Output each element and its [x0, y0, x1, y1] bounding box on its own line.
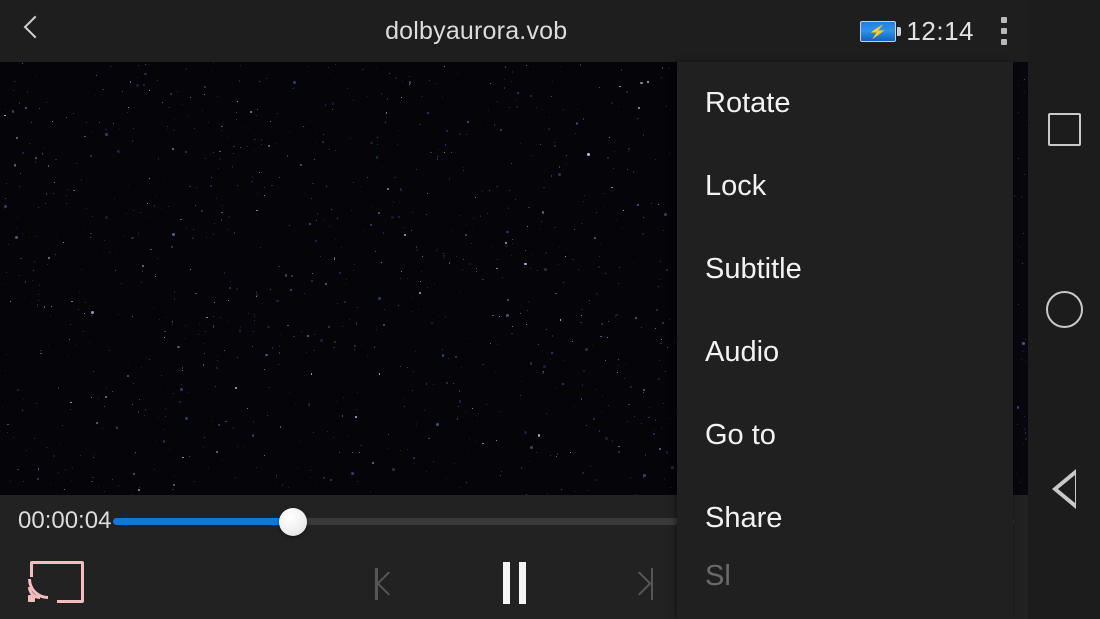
video-player-screen: dolbyaurora.vob ⚡ 12:14 00:00:04 Rotate …: [0, 0, 1100, 619]
video-surface-right-sliver: [1013, 62, 1028, 495]
circle-home-icon[interactable]: [1040, 285, 1088, 333]
kebab-dot: [1001, 39, 1007, 45]
kebab-dot: [1001, 17, 1007, 23]
overflow-menu-button[interactable]: [980, 0, 1028, 62]
battery-bolt-glyph: ⚡: [868, 23, 889, 39]
battery-charging-icon: ⚡: [860, 20, 902, 42]
menu-item-subtitle[interactable]: Subtitle: [677, 228, 1013, 311]
menu-item-label: Subtitle: [705, 253, 802, 285]
menu-item-partial[interactable]: Sl: [677, 560, 1013, 590]
pause-bar-left: [502, 562, 510, 604]
home-circle-shape: [1045, 290, 1083, 328]
menu-item-label: Rotate: [705, 87, 791, 119]
chevron-left-icon: [23, 16, 40, 46]
menu-item-lock[interactable]: Lock: [677, 145, 1013, 228]
kebab-dot: [1001, 28, 1007, 34]
prev-arrow: [376, 571, 401, 596]
menu-item-rotate[interactable]: Rotate: [677, 62, 1013, 145]
seek-thumb[interactable]: [279, 508, 308, 536]
top-app-bar: dolbyaurora.vob ⚡ 12:14: [0, 0, 1028, 62]
triangle-back-icon[interactable]: [1040, 465, 1088, 513]
menu-item-label: Go to: [705, 419, 776, 451]
skip-previous-icon[interactable]: [361, 554, 419, 612]
menu-item-label: Share: [705, 502, 783, 534]
square-recents-icon[interactable]: [1040, 106, 1088, 154]
menu-item-audio[interactable]: Audio: [677, 311, 1013, 394]
current-time-label: 00:00:04: [18, 507, 112, 534]
menu-item-go-to[interactable]: Go to: [677, 394, 1013, 477]
pause-icon[interactable]: [485, 554, 543, 612]
overflow-menu-panel: Rotate Lock Subtitle Audio Go to Share S…: [677, 62, 1013, 619]
back-triangle-shape: [1052, 469, 1076, 510]
next-arrow: [627, 571, 652, 596]
menu-item-share[interactable]: Share: [677, 477, 1013, 560]
seek-fill: [113, 518, 294, 525]
status-area: ⚡ 12:14: [860, 16, 980, 47]
starfield-frame-sliver: [1013, 62, 1028, 495]
menu-item-label: Audio: [705, 336, 780, 368]
system-navigation-bar: [1028, 0, 1100, 619]
recents-square-shape: [1047, 113, 1081, 147]
skip-next-icon[interactable]: [609, 554, 667, 612]
page-title: dolbyaurora.vob: [385, 16, 568, 45]
menu-item-label: Sl: [705, 560, 731, 590]
status-clock: 12:14: [906, 15, 974, 46]
pause-bar-right: [518, 562, 526, 604]
back-button[interactable]: [0, 0, 62, 62]
menu-item-label: Lock: [705, 170, 767, 202]
